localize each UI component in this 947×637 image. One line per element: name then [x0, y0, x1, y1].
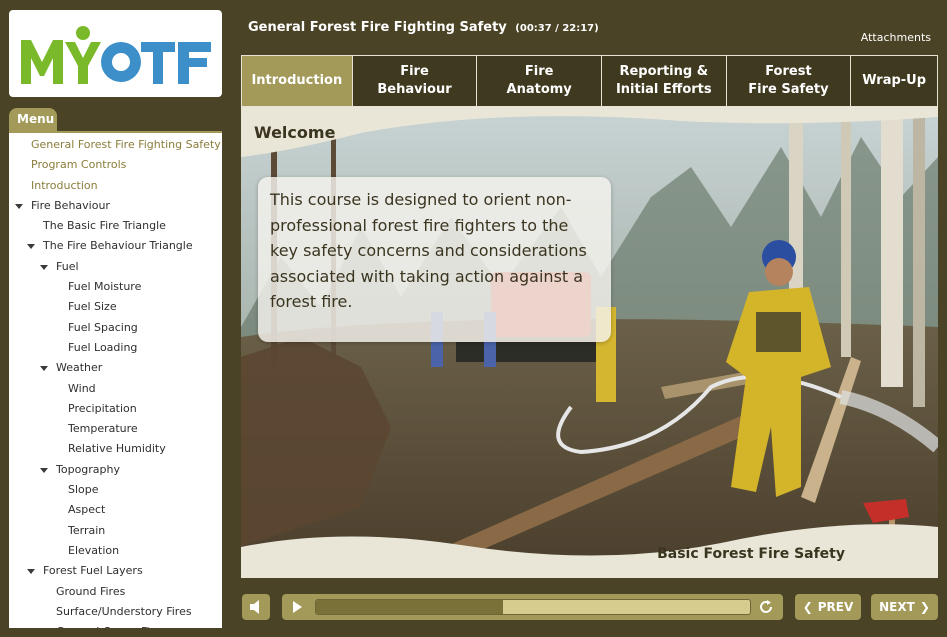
next-label: NEXT: [879, 600, 915, 614]
intro-text-box: This course is designed to orient non-pr…: [258, 177, 611, 342]
expand-triangle-icon[interactable]: [27, 244, 35, 250]
slide-heading: Welcome: [254, 123, 336, 142]
menu-item[interactable]: Introduction: [9, 176, 222, 196]
menu-item[interactable]: Aspect: [9, 500, 222, 520]
menu-item[interactable]: Terrain: [9, 521, 222, 541]
menu-item-label: General Forest Fire Fighting Safety: [31, 138, 221, 151]
menu-item-label: Fuel Loading: [68, 340, 138, 354]
menu-item[interactable]: Fuel Size: [9, 297, 222, 317]
expand-triangle-icon[interactable]: [27, 569, 35, 575]
chevron-right-icon: ❯: [919, 600, 930, 614]
menu-item-label: Terrain: [68, 523, 106, 537]
menu-item-label: Aspect: [68, 503, 106, 517]
slide-footer-label: Basic Forest Fire Safety: [657, 546, 845, 562]
prev-button[interactable]: ❮ PREV: [795, 594, 861, 620]
menu-item[interactable]: Forest Fuel Layers: [9, 561, 222, 581]
prev-label: PREV: [817, 600, 854, 614]
menu-item-label: Precipitation: [68, 401, 137, 415]
tab-reporting-initial-efforts[interactable]: Reporting & Initial Efforts: [601, 56, 726, 106]
menu-item[interactable]: Fuel Spacing: [9, 318, 222, 338]
menu-item-label: Fuel Spacing: [68, 320, 138, 334]
menu-item-label: Wind: [68, 381, 96, 395]
menu-list: General Forest Fire Fighting Safety Progr…: [9, 133, 222, 628]
logo-graphic: [21, 26, 211, 84]
menu-item-label: The Fire Behaviour Triangle: [43, 239, 193, 253]
menu-item[interactable]: Fuel: [9, 257, 222, 277]
tab-label: Forest Fire Safety: [748, 64, 829, 97]
course-title: General Forest Fire Fighting Safety (00:…: [248, 20, 599, 35]
expand-triangle-icon[interactable]: [40, 467, 48, 473]
next-button[interactable]: NEXT ❯: [871, 594, 938, 620]
progress-bar[interactable]: [315, 599, 751, 615]
menu-item[interactable]: The Fire Behaviour Triangle: [9, 236, 222, 256]
section-tabs: Introduction Fire Behaviour Fire Anatomy R…: [241, 55, 938, 107]
menu-item[interactable]: Slope: [9, 480, 222, 500]
menu-item-label: General Crown Fires: [56, 622, 166, 628]
media-player-bar: [282, 594, 783, 620]
menu-item-label: Surface/Understory Fires: [56, 604, 192, 618]
myotf-logo: [9, 10, 222, 97]
menu-item-label: Fuel Size: [68, 300, 117, 314]
menu-item-label: Elevation: [68, 543, 120, 557]
expand-triangle-icon[interactable]: [40, 264, 48, 270]
tab-wrap-up[interactable]: Wrap-Up: [851, 56, 937, 106]
tab-label: Wrap-Up: [862, 73, 927, 88]
menu-item[interactable]: Relative Humidity: [9, 439, 222, 459]
menu-item[interactable]: General Crown Fires: [9, 622, 222, 628]
menu-item-label: Topography: [56, 462, 121, 476]
menu-item[interactable]: The Basic Fire Triangle: [9, 216, 222, 236]
menu-item[interactable]: Elevation: [9, 541, 222, 561]
tab-label: Fire Anatomy: [506, 64, 572, 97]
menu-item-label: Forest Fuel Layers: [43, 564, 143, 578]
expand-triangle-icon[interactable]: [40, 366, 48, 372]
course-title-text: General Forest Fire Fighting Safety: [248, 20, 507, 35]
menu-item-label: Fuel Moisture: [68, 280, 142, 294]
menu-item[interactable]: Fire Behaviour: [9, 196, 222, 216]
menu-item-label: Ground Fires: [56, 584, 126, 598]
menu-item-label: Weather: [56, 361, 103, 375]
progress-fill: [316, 600, 503, 614]
tab-label: Reporting & Initial Efforts: [615, 64, 712, 97]
tab-label: Introduction: [251, 73, 343, 88]
speaker-icon: [250, 600, 259, 614]
volume-button[interactable]: [242, 594, 270, 620]
intro-text: This course is designed to orient non-pr…: [270, 190, 587, 311]
replay-icon[interactable]: [758, 599, 774, 615]
menu-item[interactable]: Precipitation: [9, 399, 222, 419]
chevron-left-icon: ❮: [802, 600, 813, 614]
menu-item-label: Fuel: [56, 259, 79, 273]
menu-item[interactable]: Program Controls: [9, 155, 222, 175]
menu-item[interactable]: Wind: [9, 379, 222, 399]
tab-label: Fire Behaviour: [377, 64, 452, 97]
expand-triangle-icon[interactable]: [15, 203, 23, 209]
course-time: (00:37 / 22:17): [515, 23, 599, 34]
menu-item-label: Slope: [68, 483, 99, 497]
slide-content: Welcome This course is designed to orien…: [241, 107, 938, 578]
tab-introduction[interactable]: Introduction: [242, 56, 352, 106]
menu-item-label: Relative Humidity: [68, 442, 166, 456]
menu-panel: General Forest Fire Fighting Safety Progr…: [9, 131, 222, 628]
menu-item-label: Fire Behaviour: [31, 198, 110, 212]
menu-item-label: The Basic Fire Triangle: [43, 219, 166, 233]
menu-item-label: Program Controls: [31, 158, 127, 172]
menu-tab[interactable]: Menu: [9, 108, 57, 132]
menu-item[interactable]: General Forest Fire Fighting Safety: [9, 135, 222, 155]
menu-item[interactable]: Surface/Understory Fires: [9, 602, 222, 622]
menu-item-label: Introduction: [31, 178, 98, 192]
menu-item[interactable]: Fuel Loading: [9, 338, 222, 358]
attachments-link[interactable]: Attachments: [861, 31, 931, 44]
tab-forest-fire-safety[interactable]: Forest Fire Safety: [726, 56, 851, 106]
tab-fire-behaviour[interactable]: Fire Behaviour: [352, 56, 477, 106]
menu-item[interactable]: Fuel Moisture: [9, 277, 222, 297]
tab-fire-anatomy[interactable]: Fire Anatomy: [477, 56, 601, 106]
menu-item-label: Temperature: [68, 422, 138, 436]
menu-item[interactable]: Temperature: [9, 419, 222, 439]
menu-item[interactable]: Ground Fires: [9, 582, 222, 602]
menu-item[interactable]: Weather: [9, 358, 222, 378]
menu-item[interactable]: Topography: [9, 460, 222, 480]
play-icon[interactable]: [293, 601, 302, 613]
